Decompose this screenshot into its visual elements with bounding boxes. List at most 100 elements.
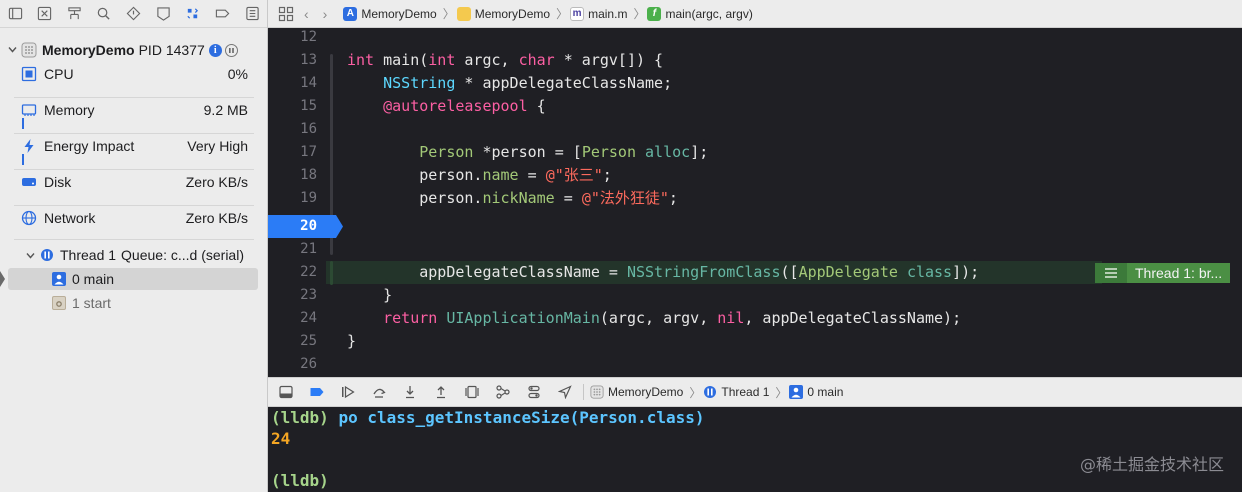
back-arrow-icon[interactable]: ‹	[304, 6, 309, 22]
debug-breadcrumb-thread[interactable]: Thread 1	[703, 385, 769, 399]
app-icon	[21, 42, 37, 58]
test-icon[interactable]	[154, 5, 172, 23]
stack-frame-main[interactable]: 0 main	[8, 268, 258, 290]
jump-bar: ‹ › A MemoryDemo 〉 MemoryDemo 〉 m main.m…	[268, 0, 1242, 28]
thread-breakpoint-annotation[interactable]: Thread 1: br...	[1095, 263, 1231, 283]
line-number: 14	[300, 75, 317, 91]
code-line[interactable]: appDelegateClassName = NSStringFromClass…	[347, 261, 979, 284]
continue-icon[interactable]	[340, 384, 356, 400]
thread-row[interactable]: Thread 1 Queue: c...d (serial)	[0, 244, 268, 266]
thread-icon	[703, 385, 717, 399]
source-control-icon[interactable]	[36, 5, 54, 23]
stack-frame-start[interactable]: 1 start	[8, 292, 258, 314]
gauge-value: 0%	[227, 66, 248, 82]
breadcrumb-function[interactable]: f main(argc, argv)	[647, 6, 753, 21]
process-row[interactable]: MemoryDemo PID 14377 i	[0, 38, 268, 62]
code-line[interactable]: NSString * appDelegateClassName;	[347, 72, 672, 95]
function-icon: f	[647, 6, 662, 21]
gauge-label: Disk	[44, 174, 72, 190]
breadcrumb-separator-icon: 〉	[633, 7, 646, 21]
app-icon	[590, 385, 604, 399]
gauge-disk[interactable]: Disk Zero KB/s	[14, 170, 254, 206]
line-number: 17	[300, 144, 317, 160]
line-number: 22	[300, 264, 317, 280]
pause-icon[interactable]	[224, 43, 238, 57]
code-line[interactable]: int main(int argc, char * argv[]) {	[347, 49, 663, 72]
breakpoint-icon[interactable]	[213, 5, 231, 23]
folder-icon[interactable]	[6, 5, 24, 23]
debug-navigator-icon[interactable]	[184, 5, 202, 23]
step-out-icon[interactable]	[433, 384, 449, 400]
gauge-value: Very High	[187, 138, 248, 154]
info-icon[interactable]: i	[208, 43, 222, 57]
console-input-line[interactable]: (lldb)	[271, 470, 329, 492]
report-icon[interactable]	[243, 5, 261, 23]
line-number: 15	[300, 98, 317, 114]
bolt-icon	[21, 138, 37, 154]
breadcrumb-file[interactable]: m main.m	[570, 6, 627, 21]
thread-icon	[40, 248, 54, 262]
user-frame-icon	[789, 385, 804, 399]
gauge-value: Zero KB/s	[185, 174, 248, 190]
debug-view-hierarchy-icon[interactable]	[464, 384, 480, 400]
code-line[interactable]: }	[347, 284, 392, 307]
toolbar-divider	[583, 384, 584, 400]
breadcrumb-separator-icon: 〉	[442, 7, 455, 21]
console-command-line: (lldb) po class_getInstanceSize(Person.c…	[271, 407, 704, 429]
code-line[interactable]: Person *person = [Person alloc];	[347, 141, 708, 164]
console-command: po class_getInstanceSize(Person.class)	[338, 408, 705, 427]
debug-breadcrumb-app[interactable]: MemoryDemo	[590, 385, 683, 399]
breadcrumb-separator-icon: 〉	[556, 7, 569, 21]
gauge-energy[interactable]: Energy Impact Very High	[14, 134, 254, 170]
memory-icon	[21, 102, 37, 118]
gauge-value: Zero KB/s	[185, 210, 248, 226]
objc-file-icon: m	[570, 6, 585, 21]
gauge-network[interactable]: Network Zero KB/s	[14, 206, 254, 242]
gauge-label: Memory	[44, 102, 95, 118]
disclosure-chevron-icon[interactable]	[26, 247, 36, 263]
source-editor[interactable]: 12 13 14 15 16 17 18 19 20 21 22 23 24 2…	[268, 28, 1242, 377]
gauge-cpu[interactable]: CPU 0%	[14, 62, 254, 98]
disk-icon	[21, 174, 37, 190]
environment-overrides-icon[interactable]	[526, 384, 542, 400]
lldb-prompt: (lldb)	[271, 408, 329, 427]
line-number: 13	[300, 52, 317, 68]
breadcrumb-separator-icon: 〉	[689, 385, 702, 400]
line-number: 25	[300, 333, 317, 349]
debug-navigator: MemoryDemo PID 14377 i CPU 0% Memory 9.2…	[0, 0, 268, 492]
step-over-icon[interactable]	[371, 384, 387, 400]
code-line[interactable]: @autoreleasepool {	[347, 95, 546, 118]
disclosure-chevron-icon[interactable]	[8, 41, 18, 59]
lldb-prompt: (lldb)	[271, 471, 329, 490]
breadcrumb-project[interactable]: A MemoryDemo	[343, 6, 437, 21]
frame-label: 0 main	[72, 271, 115, 287]
code-line[interactable]: return UIApplicationMain(argc, argv, nil…	[347, 307, 961, 330]
menu-lines-icon[interactable]	[1095, 263, 1127, 283]
gauge-value: 9.2 MB	[203, 102, 248, 118]
project-icon: A	[343, 6, 358, 21]
code-folding-ribbon[interactable]	[330, 261, 333, 285]
breadcrumb-group[interactable]: MemoryDemo	[456, 6, 550, 21]
code-line[interactable]: }	[347, 330, 356, 353]
navigator-toolbar	[0, 0, 267, 28]
hide-debug-area-icon[interactable]	[278, 384, 294, 400]
hierarchy-icon[interactable]	[65, 5, 83, 23]
line-number: 21	[300, 241, 317, 257]
simulate-location-icon[interactable]	[557, 384, 573, 400]
code-line[interactable]: person.nickName = @"法外狂徒";	[347, 187, 678, 210]
cpu-icon	[21, 66, 37, 82]
issue-icon[interactable]	[125, 5, 143, 23]
memory-graph-icon[interactable]	[495, 384, 511, 400]
debug-breadcrumb-frame[interactable]: 0 main	[789, 385, 843, 399]
lldb-console[interactable]: (lldb) po class_getInstanceSize(Person.c…	[268, 407, 1242, 492]
step-into-icon[interactable]	[402, 384, 418, 400]
search-icon[interactable]	[95, 5, 113, 23]
forward-arrow-icon[interactable]: ›	[323, 6, 328, 22]
breakpoints-toggle-icon[interactable]	[309, 384, 325, 400]
thread-badge-text: Thread 1: br...	[1127, 263, 1231, 283]
breadcrumb-separator-icon: 〉	[775, 385, 788, 400]
gauge-memory[interactable]: Memory 9.2 MB	[14, 98, 254, 134]
code-line[interactable]: person.name = @"张三";	[347, 164, 612, 187]
frame-label: 1 start	[72, 295, 111, 311]
related-items-icon[interactable]	[278, 6, 294, 22]
